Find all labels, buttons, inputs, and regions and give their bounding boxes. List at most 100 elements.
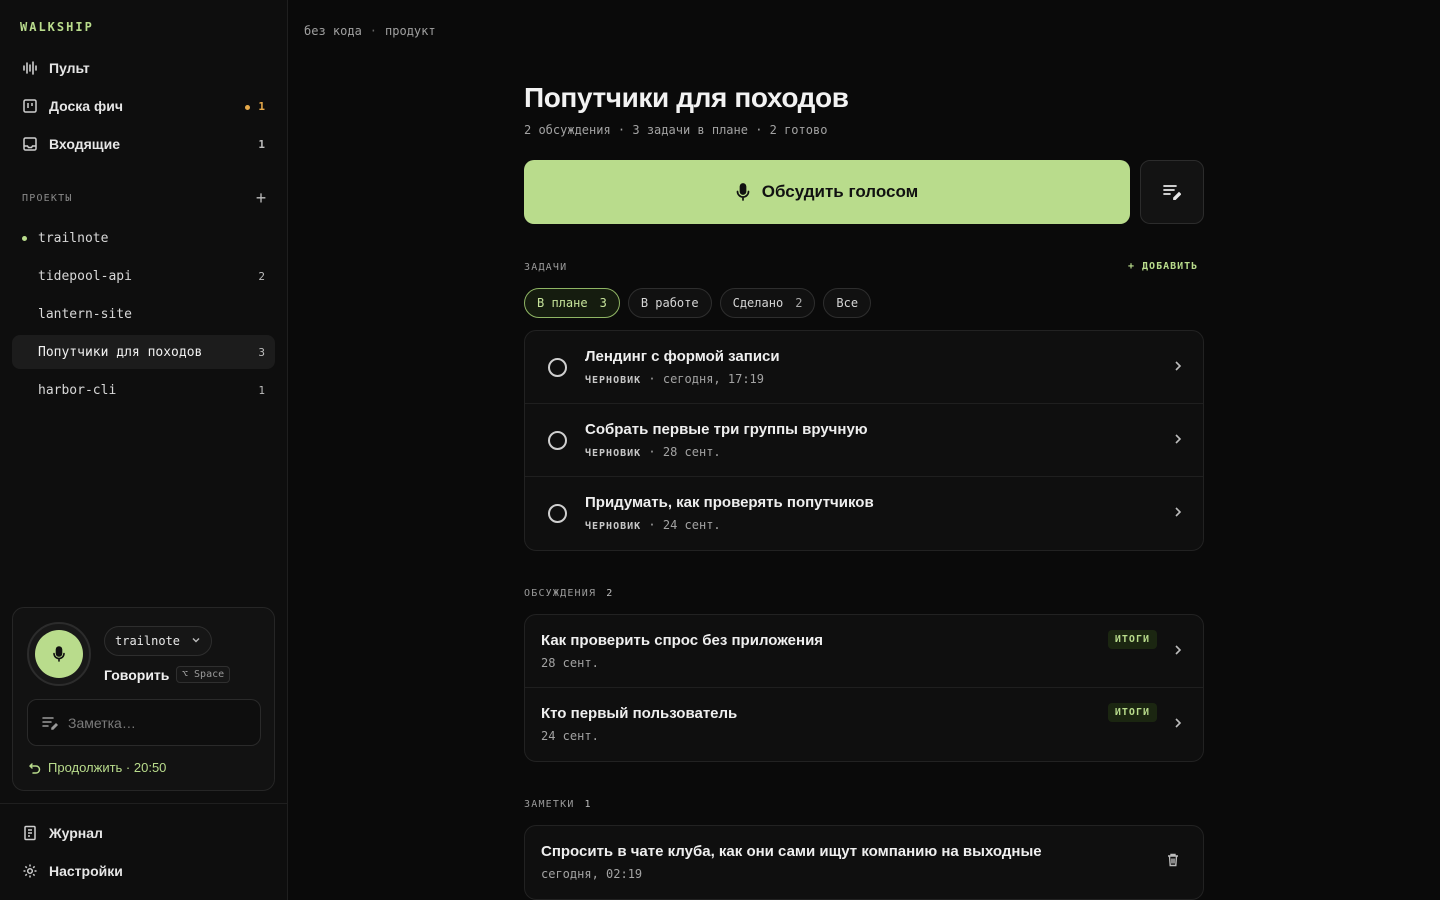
task-checkbox[interactable] — [548, 504, 567, 523]
discussion-list: Как проверить спрос без приложения 28 се… — [524, 614, 1204, 762]
nav-item-label: Пульт — [49, 60, 90, 76]
discuss-by-voice-button[interactable]: Обсудить голосом — [524, 160, 1130, 224]
note-title: Спросить в чате клуба, как они сами ищут… — [541, 843, 1042, 860]
note-icon — [42, 716, 58, 730]
brand-logo: WALKSHIP — [20, 20, 94, 34]
breadcrumb: без кода · продукт — [304, 24, 436, 38]
chevron-right-icon — [1173, 359, 1183, 373]
task-status-tag: ЧЕРНОВИК — [585, 521, 642, 532]
tasks-section-label: ЗАДАЧИ — [524, 262, 568, 273]
note-field[interactable] — [27, 699, 261, 746]
nav-item-settings[interactable]: Настройки — [12, 854, 275, 888]
note-date: сегодня, 02:19 — [541, 867, 643, 881]
task-row[interactable]: Собрать первые три группы вручную ЧЕРНОВ… — [525, 404, 1203, 477]
task-title: Собрать первые три группы вручную — [585, 421, 868, 438]
nav-item-label: Настройки — [49, 863, 123, 879]
task-row[interactable]: Лендинг с формой записи ЧЕРНОВИК · сегод… — [525, 331, 1203, 404]
add-project-button[interactable]: + — [252, 189, 270, 207]
nav-item-journal[interactable]: Журнал — [12, 816, 275, 850]
project-name: lantern-site — [38, 306, 132, 322]
section-title: ЗАМЕТКИ — [524, 799, 575, 810]
filter-count: 3 — [599, 296, 607, 310]
discussion-row[interactable]: Кто первый пользователь 24 сент. ИТОГИ — [525, 688, 1203, 761]
chevron-right-icon — [1173, 716, 1183, 730]
project-count: 3 — [258, 345, 265, 359]
discussion-date: 28 сент. — [541, 656, 599, 670]
task-status-tag: ЧЕРНОВИК — [585, 375, 642, 386]
notes-section-label: ЗАМЕТКИ 1 — [524, 799, 592, 810]
inbox-icon — [22, 136, 38, 152]
discussion-row[interactable]: Как проверить спрос без приложения 28 се… — [525, 615, 1203, 688]
project-item-trailnote[interactable]: trailnote — [12, 221, 275, 255]
project-name: Попутчики для походов — [38, 344, 203, 360]
speak-label: Говорить — [104, 667, 170, 683]
board-icon — [22, 98, 38, 114]
filter-count: 2 — [795, 296, 803, 310]
add-task-button[interactable]: + ДОБАВИТЬ — [1128, 261, 1198, 272]
record-button[interactable] — [35, 630, 83, 678]
task-meta: ЧЕРНОВИК · 28 сент. — [585, 445, 721, 459]
shortcut-hint: ⌥ Space — [176, 666, 231, 683]
chevron-right-icon — [1173, 432, 1183, 446]
compose-note-button[interactable] — [1140, 160, 1204, 224]
undo-icon — [29, 762, 41, 774]
note-row[interactable]: Спросить в чате клуба, как они сами ищут… — [525, 826, 1203, 899]
sidebar-divider — [0, 803, 288, 804]
filter-all[interactable]: Все — [823, 288, 872, 318]
chevron-down-icon — [191, 635, 201, 648]
filter-label: В плане — [537, 296, 588, 310]
filter-label: Сделано — [732, 296, 784, 310]
filter-planned[interactable]: В плане 3 — [524, 288, 620, 318]
filter-in-progress[interactable]: В работе — [627, 288, 712, 318]
summary-badge: ИТОГИ — [1107, 630, 1157, 649]
filter-label: Все — [836, 296, 859, 310]
nav-item-dashboard[interactable]: Пульт — [12, 51, 275, 85]
project-count: 2 — [258, 269, 265, 283]
chevron-right-icon — [1173, 505, 1183, 519]
task-filters: В плане 3 В работе Сделано 2 Все — [524, 288, 872, 318]
task-title: Придумать, как проверять попутчиков — [585, 494, 874, 511]
task-checkbox[interactable] — [548, 431, 567, 450]
projects-section-label: ПРОЕКТЫ — [22, 193, 73, 204]
section-count: 1 — [584, 799, 592, 810]
project-item-tidepool-api[interactable]: tidepool-api 2 — [12, 259, 275, 293]
filter-label: В работе — [640, 296, 699, 310]
discussion-date: 24 сент. — [541, 729, 599, 743]
voice-button-label: Обсудить голосом — [761, 182, 919, 201]
task-row[interactable]: Придумать, как проверять попутчиков ЧЕРН… — [525, 477, 1203, 550]
task-meta: ЧЕРНОВИК · 24 сент. — [585, 518, 721, 532]
project-item-poputchiki[interactable]: Попутчики для походов 3 — [12, 335, 275, 369]
nav-item-count: 1 — [258, 137, 265, 151]
project-item-harbor-cli[interactable]: harbor-cli 1 — [12, 373, 275, 407]
continue-session-link[interactable]: Продолжить · 20:50 — [29, 760, 166, 775]
nav-item-label: Доска фич — [49, 98, 123, 114]
nav-item-count: 1 — [245, 100, 265, 113]
nav-item-label: Входящие — [49, 136, 120, 152]
chevron-right-icon — [1173, 643, 1183, 657]
project-name: harbor-cli — [38, 382, 117, 398]
task-checkbox[interactable] — [548, 358, 567, 377]
notes-list: Спросить в чате клуба, как они сами ищут… — [524, 825, 1204, 900]
discussion-title: Кто первый пользователь — [541, 705, 738, 722]
note-input[interactable] — [68, 714, 228, 731]
project-item-lantern-site[interactable]: lantern-site — [12, 297, 275, 331]
filter-done[interactable]: Сделано 2 — [719, 288, 816, 318]
task-title: Лендинг с формой записи — [585, 348, 780, 365]
continue-label: Продолжить · 20:50 — [48, 760, 167, 775]
nav-item-feature-board[interactable]: Доска фич 1 — [12, 89, 275, 123]
gear-icon — [22, 863, 38, 879]
task-status-tag: ЧЕРНОВИК — [585, 448, 642, 459]
microphone-icon — [736, 183, 750, 201]
project-select[interactable]: trailnote — [104, 626, 212, 656]
breadcrumb-item[interactable]: без кода — [304, 24, 362, 38]
discussion-title: Как проверить спрос без приложения — [541, 632, 824, 649]
page-meta: 2 обсуждения · 3 задачи в плане · 2 гото… — [524, 123, 828, 137]
unread-dot — [245, 104, 251, 110]
task-date: 24 сент. — [662, 518, 721, 532]
active-project-dot — [22, 235, 27, 241]
breadcrumb-item[interactable]: продукт — [385, 24, 436, 38]
task-meta: ЧЕРНОВИК · сегодня, 17:19 — [585, 372, 765, 386]
trash-icon[interactable] — [1167, 853, 1179, 867]
nav-item-inbox[interactable]: Входящие 1 — [12, 127, 275, 161]
breadcrumb-separator: · — [369, 24, 378, 38]
